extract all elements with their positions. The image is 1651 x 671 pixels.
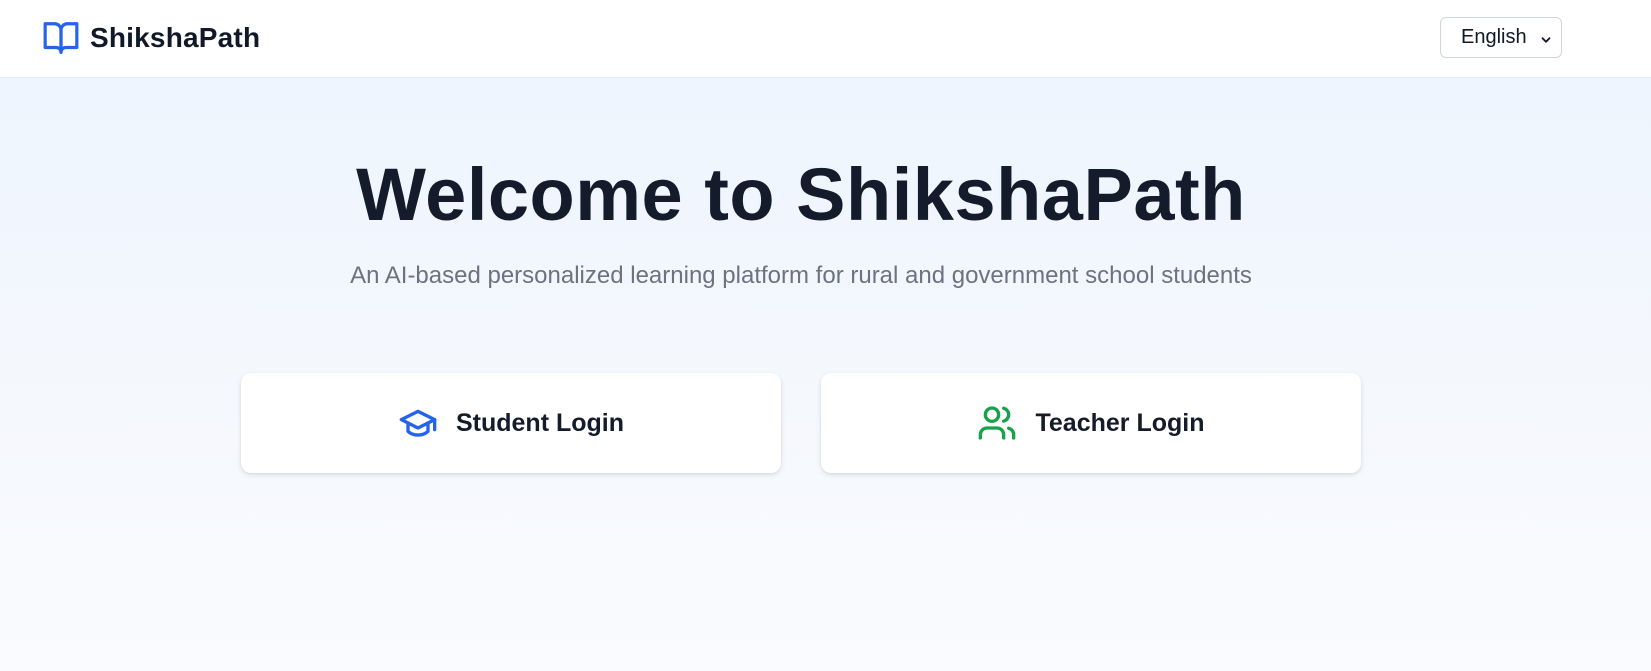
language-select[interactable]: English (1440, 17, 1562, 58)
page-title: Welcome to ShikshaPath (356, 153, 1246, 236)
book-open-icon (42, 19, 80, 57)
language-select-value: English (1461, 26, 1527, 48)
brand-logo[interactable]: ShikshaPath (42, 19, 260, 57)
teacher-login-label: Teacher Login (1035, 408, 1205, 437)
student-login-button[interactable]: Student Login (241, 373, 781, 473)
brand-name: ShikshaPath (90, 22, 261, 53)
student-login-label: Student Login (455, 408, 625, 437)
graduation-cap-icon (398, 403, 438, 443)
page-subtitle: An AI-based personalized learning platfo… (350, 262, 1252, 289)
teacher-login-button[interactable]: Teacher Login (821, 373, 1361, 473)
users-icon (977, 403, 1017, 443)
main-content: Welcome to ShikshaPath An AI-based perso… (0, 78, 1651, 671)
chevron-down-icon (1539, 30, 1553, 44)
top-header: ShikshaPath English (0, 0, 1651, 78)
